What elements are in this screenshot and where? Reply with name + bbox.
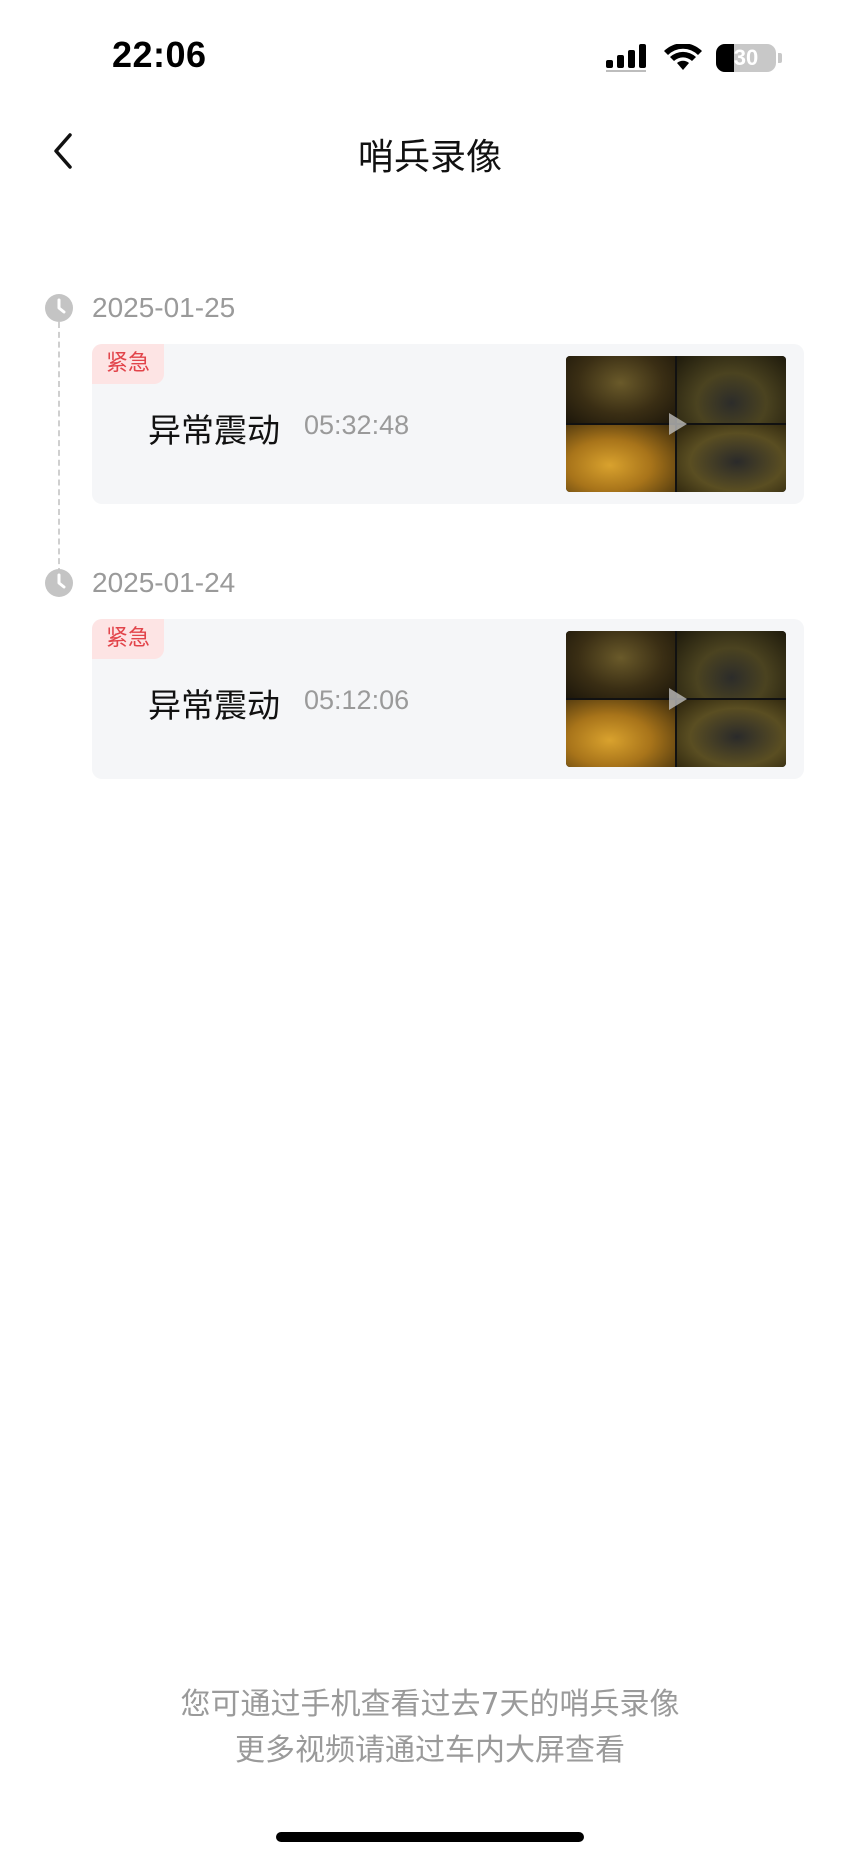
recording-card[interactable]: 紧急 异常震动 05:12:06 [92,619,804,779]
event-time: 05:12:06 [304,685,410,715]
date-header: 2025-01-24 [44,567,235,599]
date-label: 2025-01-25 [92,292,236,323]
battery-level: 30 [733,45,759,70]
battery-cap [778,53,782,63]
clock-icon [45,294,73,322]
footer-line-1: 您可通过手机查看过去7天的哨兵录像 [180,1687,680,1722]
signal-icon [606,44,650,72]
timeline-connector [58,322,60,574]
status-bar: 22:06 30 [0,0,860,100]
date-header: 2025-01-25 [44,292,235,324]
footer-line-2: 更多视频请通过车内大屏查看 [235,1733,625,1768]
video-thumbnail[interactable] [566,631,786,767]
home-indicator[interactable] [276,1832,584,1842]
camera-view-right [677,425,786,492]
event-title: 异常震动 [148,411,280,450]
urgent-badge: 紧急 [92,344,164,384]
camera-view-rear [677,631,786,698]
event-time: 05:32:48 [304,410,410,440]
footer-note: 您可通过手机查看过去7天的哨兵录像 更多视频请通过车内大屏查看 [0,1682,860,1774]
urgent-badge: 紧急 [92,619,164,659]
recording-card[interactable]: 紧急 异常震动 05:32:48 [92,344,804,504]
camera-view-rear [677,356,786,423]
date-label: 2025-01-24 [92,567,236,598]
play-icon[interactable] [659,407,693,441]
video-thumbnail[interactable] [566,356,786,492]
nav-bar: 哨兵录像 [0,110,860,192]
status-time: 22:06 [112,34,207,75]
play-icon[interactable] [659,682,693,716]
wifi-icon [664,44,702,72]
status-icons: 30 [606,40,782,76]
battery-icon: 30 [716,44,776,72]
page-title: 哨兵录像 [357,137,502,178]
clock-icon [45,569,73,597]
camera-view-right [677,700,786,767]
event-title: 异常震动 [148,686,280,725]
